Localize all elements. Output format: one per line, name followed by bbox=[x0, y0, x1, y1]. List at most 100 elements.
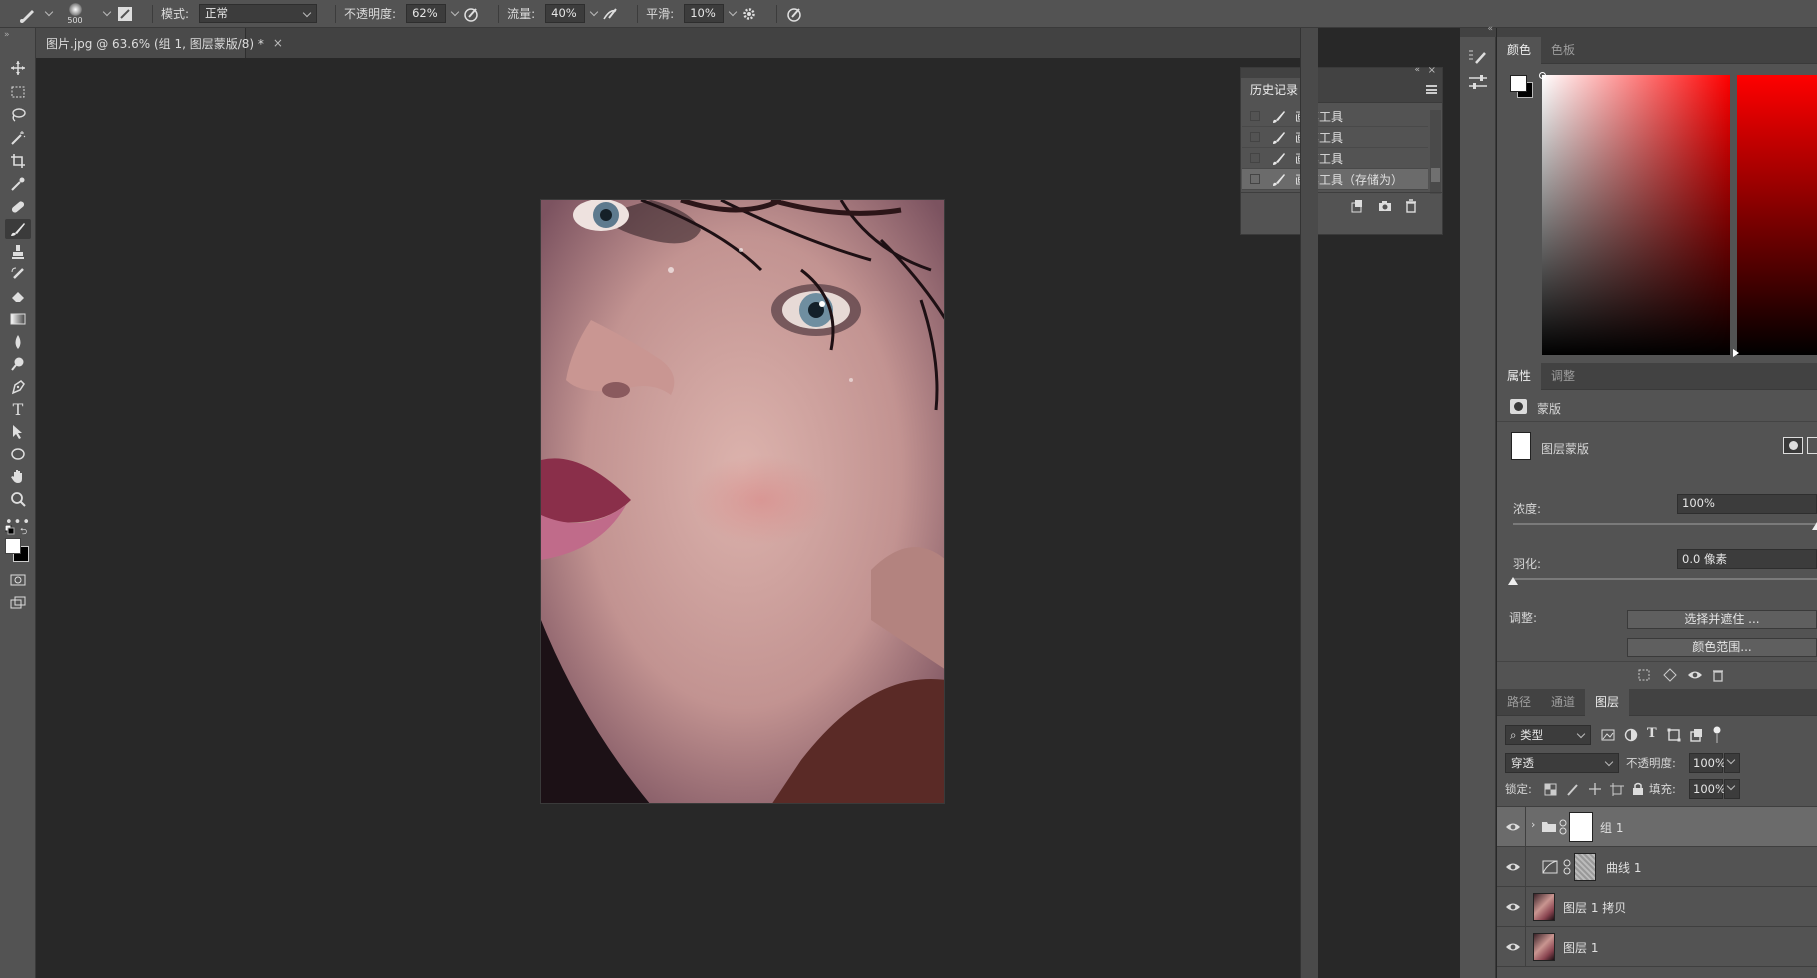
layer-row[interactable]: 曲线 1 bbox=[1497, 847, 1817, 887]
density-slider-thumb[interactable] bbox=[1812, 522, 1817, 530]
dodge-tool[interactable] bbox=[8, 354, 28, 374]
tab-adjustments[interactable]: 调整 bbox=[1541, 363, 1585, 390]
document-tab[interactable]: 图片.jpg @ 63.6% (组 1, 图层蒙版/8) * × bbox=[36, 28, 283, 58]
density-slider[interactable] bbox=[1513, 523, 1817, 525]
history-source-checkbox[interactable] bbox=[1250, 132, 1260, 142]
eyedropper-tool[interactable] bbox=[8, 174, 28, 194]
color-picker-cursor[interactable] bbox=[1539, 72, 1546, 79]
opacity-dropdown-icon[interactable] bbox=[450, 7, 460, 16]
layer-mask-thumbnail[interactable] bbox=[1569, 812, 1593, 842]
tab-channels[interactable]: 通道 bbox=[1541, 689, 1585, 716]
color-range-button[interactable]: 颜色范围... bbox=[1627, 638, 1817, 657]
select-and-mask-button[interactable]: 选择并遮住 ... bbox=[1627, 610, 1817, 629]
history-source-checkbox[interactable] bbox=[1250, 174, 1260, 184]
history-source-checkbox[interactable] bbox=[1250, 153, 1260, 163]
eye-icon[interactable] bbox=[1505, 899, 1521, 915]
eye-icon[interactable] bbox=[1505, 819, 1521, 835]
new-document-from-state-icon[interactable] bbox=[1350, 199, 1364, 213]
layer-name[interactable]: 图层 1 bbox=[1563, 939, 1598, 956]
lock-transparent-pixels-icon[interactable] bbox=[1544, 783, 1557, 796]
lock-position-icon[interactable] bbox=[1588, 782, 1602, 796]
brush-tool-preset[interactable] bbox=[18, 0, 54, 28]
screen-mode-button[interactable] bbox=[8, 593, 28, 613]
history-item[interactable]: 画笔工具 bbox=[1242, 148, 1428, 169]
blend-mode-select[interactable]: 穿透 bbox=[1505, 753, 1619, 773]
filter-shape-layers-icon[interactable] bbox=[1667, 728, 1681, 742]
history-scrollbar[interactable] bbox=[1430, 110, 1441, 194]
filter-adjustment-layers-icon[interactable] bbox=[1624, 728, 1638, 742]
layer-name[interactable]: 组 1 bbox=[1600, 819, 1623, 836]
history-item[interactable]: 画笔工具 bbox=[1242, 106, 1428, 127]
brush-settings-panel-toggle[interactable] bbox=[116, 0, 134, 28]
move-tool[interactable] bbox=[8, 58, 28, 78]
link-icon[interactable] bbox=[1559, 819, 1567, 835]
trash-icon[interactable] bbox=[1404, 199, 1418, 213]
trash-icon[interactable] bbox=[1711, 668, 1725, 682]
density-input[interactable]: 100% bbox=[1677, 494, 1817, 514]
layer-opacity-input[interactable]: 100% bbox=[1689, 753, 1726, 773]
eye-icon[interactable] bbox=[1687, 668, 1703, 682]
feather-input[interactable]: 0.0 像素 bbox=[1677, 549, 1817, 569]
brush-size-picker[interactable]: 500 bbox=[62, 0, 88, 28]
mode-select[interactable]: 正常 bbox=[199, 4, 318, 23]
hand-tool[interactable] bbox=[8, 466, 28, 486]
pen-tool[interactable] bbox=[8, 377, 28, 397]
hue-slider-marker[interactable] bbox=[1733, 349, 1739, 357]
select-vector-mask-button[interactable] bbox=[1807, 437, 1817, 454]
layer-opacity-dropdown[interactable] bbox=[1724, 753, 1740, 773]
close-panel-icon[interactable]: × bbox=[1428, 65, 1436, 76]
swap-colors-icon[interactable]: ⮌ bbox=[20, 524, 27, 540]
eraser-tool[interactable] bbox=[8, 286, 28, 306]
link-icon[interactable] bbox=[1563, 859, 1571, 875]
quick-mask-button[interactable] bbox=[8, 570, 28, 590]
airbrush-toggle[interactable] bbox=[601, 0, 619, 28]
feather-slider[interactable] bbox=[1513, 578, 1817, 580]
clone-stamp-tool[interactable] bbox=[8, 242, 28, 262]
collapse-tools-icon[interactable]: » bbox=[4, 30, 10, 40]
filter-type-layers-icon[interactable]: T bbox=[1647, 726, 1657, 741]
history-item[interactable]: 画笔工具（存储为） bbox=[1242, 169, 1428, 190]
marquee-tool[interactable] bbox=[8, 82, 28, 102]
fill-dropdown[interactable] bbox=[1724, 779, 1740, 799]
gradient-tool[interactable] bbox=[8, 309, 28, 329]
smoothing-dropdown-icon[interactable] bbox=[728, 7, 738, 16]
tab-color[interactable]: 颜色 bbox=[1497, 37, 1542, 64]
lock-artboard-icon[interactable] bbox=[1610, 783, 1624, 796]
tab-properties[interactable]: 属性 bbox=[1497, 363, 1542, 390]
collapse-panel-icon[interactable]: « bbox=[1414, 65, 1420, 75]
ellipse-tool[interactable] bbox=[8, 444, 28, 464]
layer-row[interactable]: › 组 1 bbox=[1497, 807, 1817, 847]
history-item[interactable]: 画笔工具 bbox=[1242, 127, 1428, 148]
expand-group-icon[interactable]: › bbox=[1531, 818, 1535, 831]
brush-tool[interactable] bbox=[5, 219, 31, 239]
flow-input[interactable]: 40% bbox=[545, 4, 586, 23]
layer-row[interactable]: 图层 1 拷贝 bbox=[1497, 887, 1817, 927]
pressure-size-toggle[interactable] bbox=[785, 0, 803, 28]
pressure-opacity-toggle[interactable] bbox=[462, 0, 480, 28]
tab-paths[interactable]: 路径 bbox=[1497, 689, 1541, 716]
select-pixel-mask-button[interactable] bbox=[1783, 437, 1803, 454]
history-brush-tool[interactable] bbox=[8, 264, 28, 284]
foreground-color-chip[interactable] bbox=[1510, 75, 1527, 92]
smoothing-input[interactable]: 10% bbox=[684, 4, 725, 23]
smoothing-settings-button[interactable] bbox=[740, 0, 758, 28]
fill-input[interactable]: 100% bbox=[1689, 779, 1726, 799]
scrollbar-thumb[interactable] bbox=[1431, 168, 1440, 182]
filter-pixel-layers-icon[interactable] bbox=[1601, 729, 1615, 741]
tab-layers[interactable]: 图层 bbox=[1585, 689, 1630, 716]
tab-swatches[interactable]: 色板 bbox=[1541, 37, 1585, 64]
filter-toggle-icon[interactable] bbox=[1711, 725, 1723, 745]
type-tool[interactable]: T bbox=[8, 399, 28, 419]
layer-name[interactable]: 曲线 1 bbox=[1606, 859, 1641, 876]
opacity-input[interactable]: 62% bbox=[406, 4, 447, 23]
panel-dock-divider[interactable] bbox=[1300, 28, 1318, 978]
path-selection-tool[interactable] bbox=[8, 422, 28, 442]
tab-history[interactable]: 历史记录 bbox=[1241, 78, 1308, 103]
color-picker-field[interactable] bbox=[1539, 72, 1730, 355]
apply-mask-icon[interactable] bbox=[1663, 668, 1677, 682]
zoom-tool[interactable] bbox=[8, 489, 28, 509]
expand-dock-icon[interactable]: « bbox=[1487, 24, 1493, 34]
document-image[interactable] bbox=[540, 199, 945, 804]
lock-image-pixels-icon[interactable] bbox=[1566, 783, 1579, 796]
blur-tool[interactable] bbox=[8, 332, 28, 352]
